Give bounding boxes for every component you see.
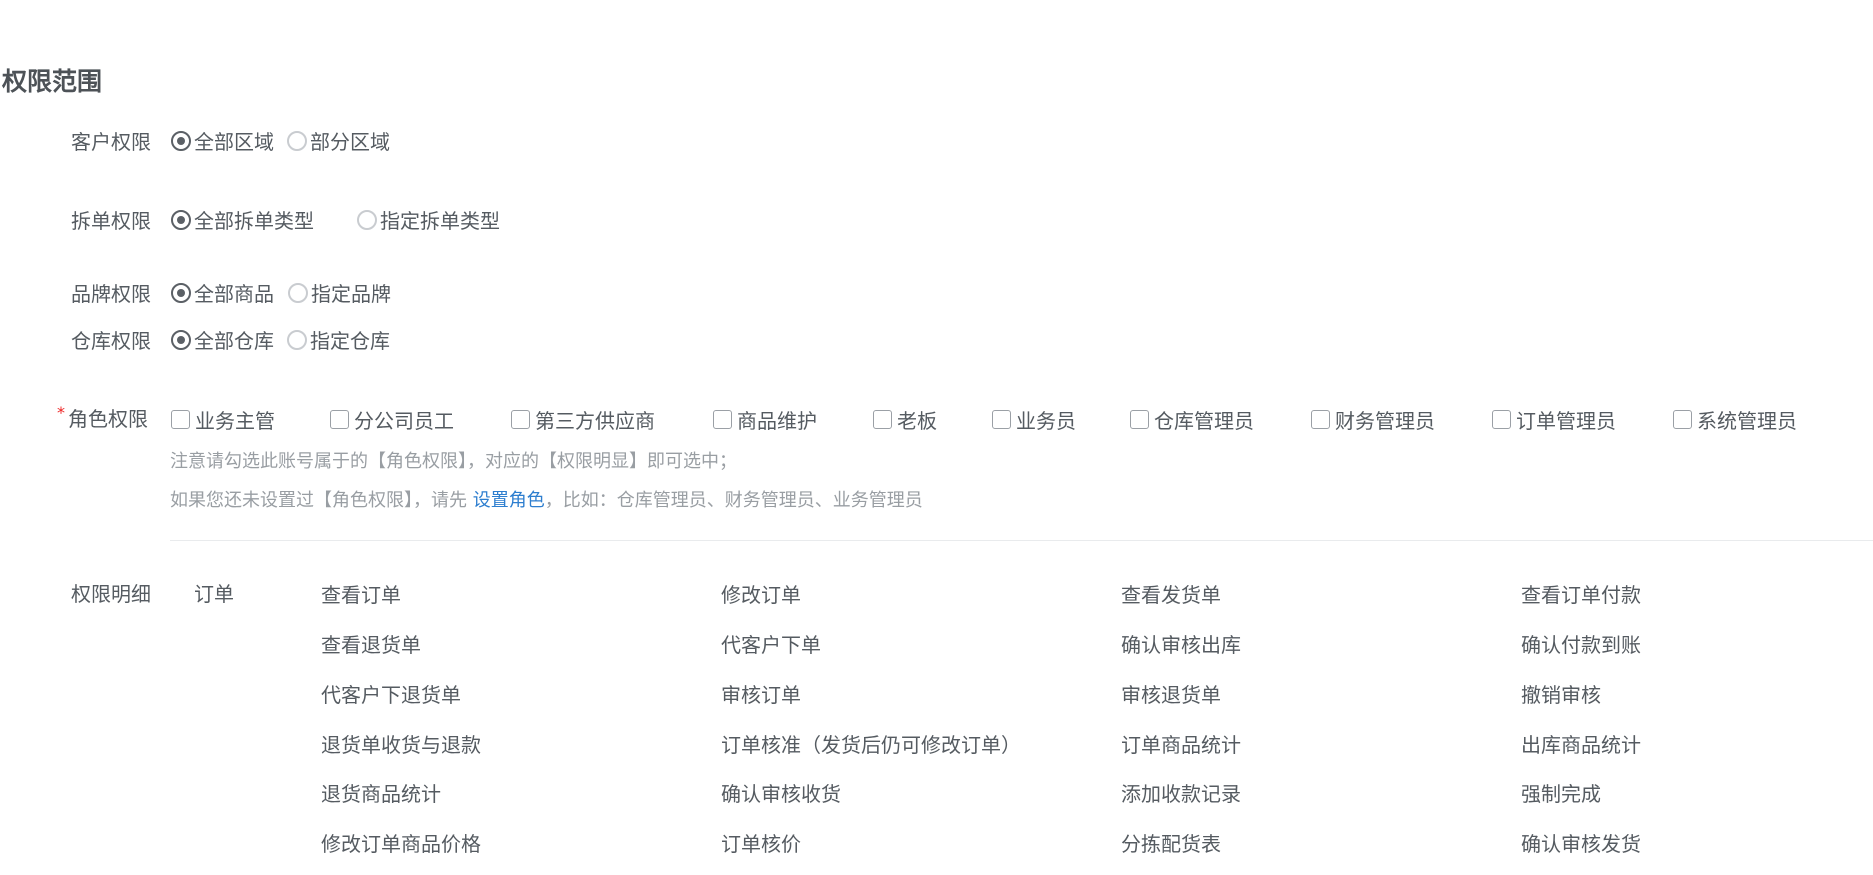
permission-item: 退货单收货与退款: [321, 733, 481, 757]
role-checkbox[interactable]: 老板: [873, 405, 937, 434]
permission-item: 审核退货单: [1121, 683, 1221, 707]
permission-item: 订单商品统计: [1121, 733, 1241, 757]
section-title: 权限范围: [2, 67, 103, 96]
role-checkbox[interactable]: 业务员: [992, 405, 1076, 434]
permission-item: 审核订单: [721, 683, 801, 707]
divider: [170, 540, 1873, 541]
radio-label: 指定仓库: [310, 329, 390, 353]
role-checkbox-label: 财务管理员: [1335, 409, 1435, 433]
radio-label: 全部拆单类型: [194, 209, 314, 233]
role-checkbox-label: 第三方供应商: [535, 409, 655, 433]
permission-item: 确认审核收货: [721, 782, 841, 806]
permission-item: 退货商品统计: [321, 782, 441, 806]
brand-permission-label: 品牌权限: [71, 282, 151, 306]
split-all-types-radio[interactable]: 全部拆单类型: [171, 205, 314, 234]
role-checkbox[interactable]: 业务主管: [171, 405, 275, 434]
permission-item: 强制完成: [1521, 782, 1601, 806]
role-checkbox-label: 业务员: [1016, 409, 1076, 433]
radio-label: 部分区域: [310, 130, 390, 154]
permission-detail-label: 权限明细: [71, 582, 151, 606]
radio-label: 指定品牌: [311, 282, 391, 306]
role-permission-label: * 角色权限: [57, 403, 148, 432]
checkbox-icon: [992, 410, 1011, 429]
permission-item: 订单核价: [721, 832, 801, 856]
permission-item: 修改订单: [721, 583, 801, 607]
role-checkbox-label: 仓库管理员: [1154, 409, 1254, 433]
role-checkbox-label: 老板: [897, 409, 937, 433]
permission-item: 撤销审核: [1521, 683, 1601, 707]
role-checkbox-label: 分公司员工: [354, 409, 454, 433]
checkbox-icon: [1492, 410, 1511, 429]
brand-all-products-radio[interactable]: 全部商品: [171, 278, 274, 307]
role-checkbox[interactable]: 分公司员工: [330, 405, 454, 434]
warehouse-permission-label: 仓库权限: [71, 329, 151, 353]
permission-item: 添加收款记录: [1121, 782, 1241, 806]
role-checkbox-label: 系统管理员: [1697, 409, 1797, 433]
role-hint-2: 如果您还未设置过【角色权限】，请先 设置角色，比如：仓库管理员、财务管理员、业务…: [170, 486, 923, 512]
role-checkbox[interactable]: 系统管理员: [1673, 405, 1797, 434]
permission-item: 查看发货单: [1121, 583, 1221, 607]
permission-item: 修改订单商品价格: [321, 832, 481, 856]
checkbox-icon: [713, 410, 732, 429]
permission-item: 确认付款到账: [1521, 633, 1641, 657]
checkbox-icon: [1311, 410, 1330, 429]
permission-item: 出库商品统计: [1521, 733, 1641, 757]
radio-unchecked-icon: [287, 130, 307, 151]
customer-partial-regions-radio[interactable]: 部分区域: [287, 126, 390, 155]
role-hint-2-suffix: ，比如：仓库管理员、财务管理员、业务管理员: [544, 490, 923, 511]
permission-item: 代客户下单: [721, 633, 821, 657]
role-checkbox[interactable]: 仓库管理员: [1130, 405, 1254, 434]
checkbox-icon: [511, 410, 530, 429]
checkbox-icon: [1673, 410, 1692, 429]
permission-item: 查看退货单: [321, 633, 421, 657]
radio-checked-icon: [171, 329, 191, 350]
checkbox-icon: [873, 410, 892, 429]
warehouse-all-radio[interactable]: 全部仓库: [171, 325, 274, 354]
role-checkbox-label: 订单管理员: [1516, 409, 1616, 433]
radio-checked-icon: [171, 209, 191, 230]
brand-specified-brand-radio[interactable]: 指定品牌: [288, 278, 391, 307]
permission-item: 确认审核出库: [1121, 633, 1241, 657]
radio-label: 全部商品: [194, 282, 274, 306]
radio-unchecked-icon: [288, 282, 308, 303]
role-checkbox[interactable]: 订单管理员: [1492, 405, 1616, 434]
radio-checked-icon: [171, 282, 191, 303]
set-role-link[interactable]: 设置角色: [473, 490, 545, 511]
radio-checked-icon: [171, 130, 191, 151]
role-checkbox[interactable]: 商品维护: [713, 405, 817, 434]
warehouse-specified-radio[interactable]: 指定仓库: [287, 325, 390, 354]
checkbox-icon: [1130, 410, 1149, 429]
split-permission-label: 拆单权限: [71, 209, 151, 233]
radio-label: 全部区域: [194, 130, 274, 154]
role-checkbox[interactable]: 财务管理员: [1311, 405, 1435, 434]
permission-item: 确认审核发货: [1521, 832, 1641, 856]
radio-unchecked-icon: [357, 209, 377, 230]
role-checkbox-label: 商品维护: [737, 409, 817, 433]
radio-label: 全部仓库: [194, 329, 274, 353]
radio-unchecked-icon: [287, 329, 307, 350]
customer-all-regions-radio[interactable]: 全部区域: [171, 126, 274, 155]
role-permission-text: 角色权限: [68, 407, 148, 431]
permission-item: 代客户下退货单: [321, 683, 461, 707]
checkbox-icon: [330, 410, 349, 429]
customer-permission-label: 客户权限: [71, 130, 151, 154]
permission-group-order: 订单: [194, 582, 234, 606]
role-hint-1: 注意请勾选此账号属于的【角色权限】，对应的【权限明显】即可选中；: [170, 451, 737, 472]
permission-item: 查看订单: [321, 583, 401, 607]
radio-label: 指定拆单类型: [380, 209, 500, 233]
permission-item: 分拣配货表: [1121, 832, 1221, 856]
split-specified-types-radio[interactable]: 指定拆单类型: [357, 205, 500, 234]
checkbox-icon: [171, 410, 190, 429]
required-mark: *: [57, 403, 65, 422]
role-checkbox[interactable]: 第三方供应商: [511, 405, 655, 434]
permission-item: 查看订单付款: [1521, 583, 1641, 607]
role-checkbox-label: 业务主管: [195, 409, 275, 433]
permission-item: 订单核准（发货后仍可修改订单）: [721, 733, 1021, 757]
role-hint-2-prefix: 如果您还未设置过【角色权限】，请先: [170, 490, 467, 511]
